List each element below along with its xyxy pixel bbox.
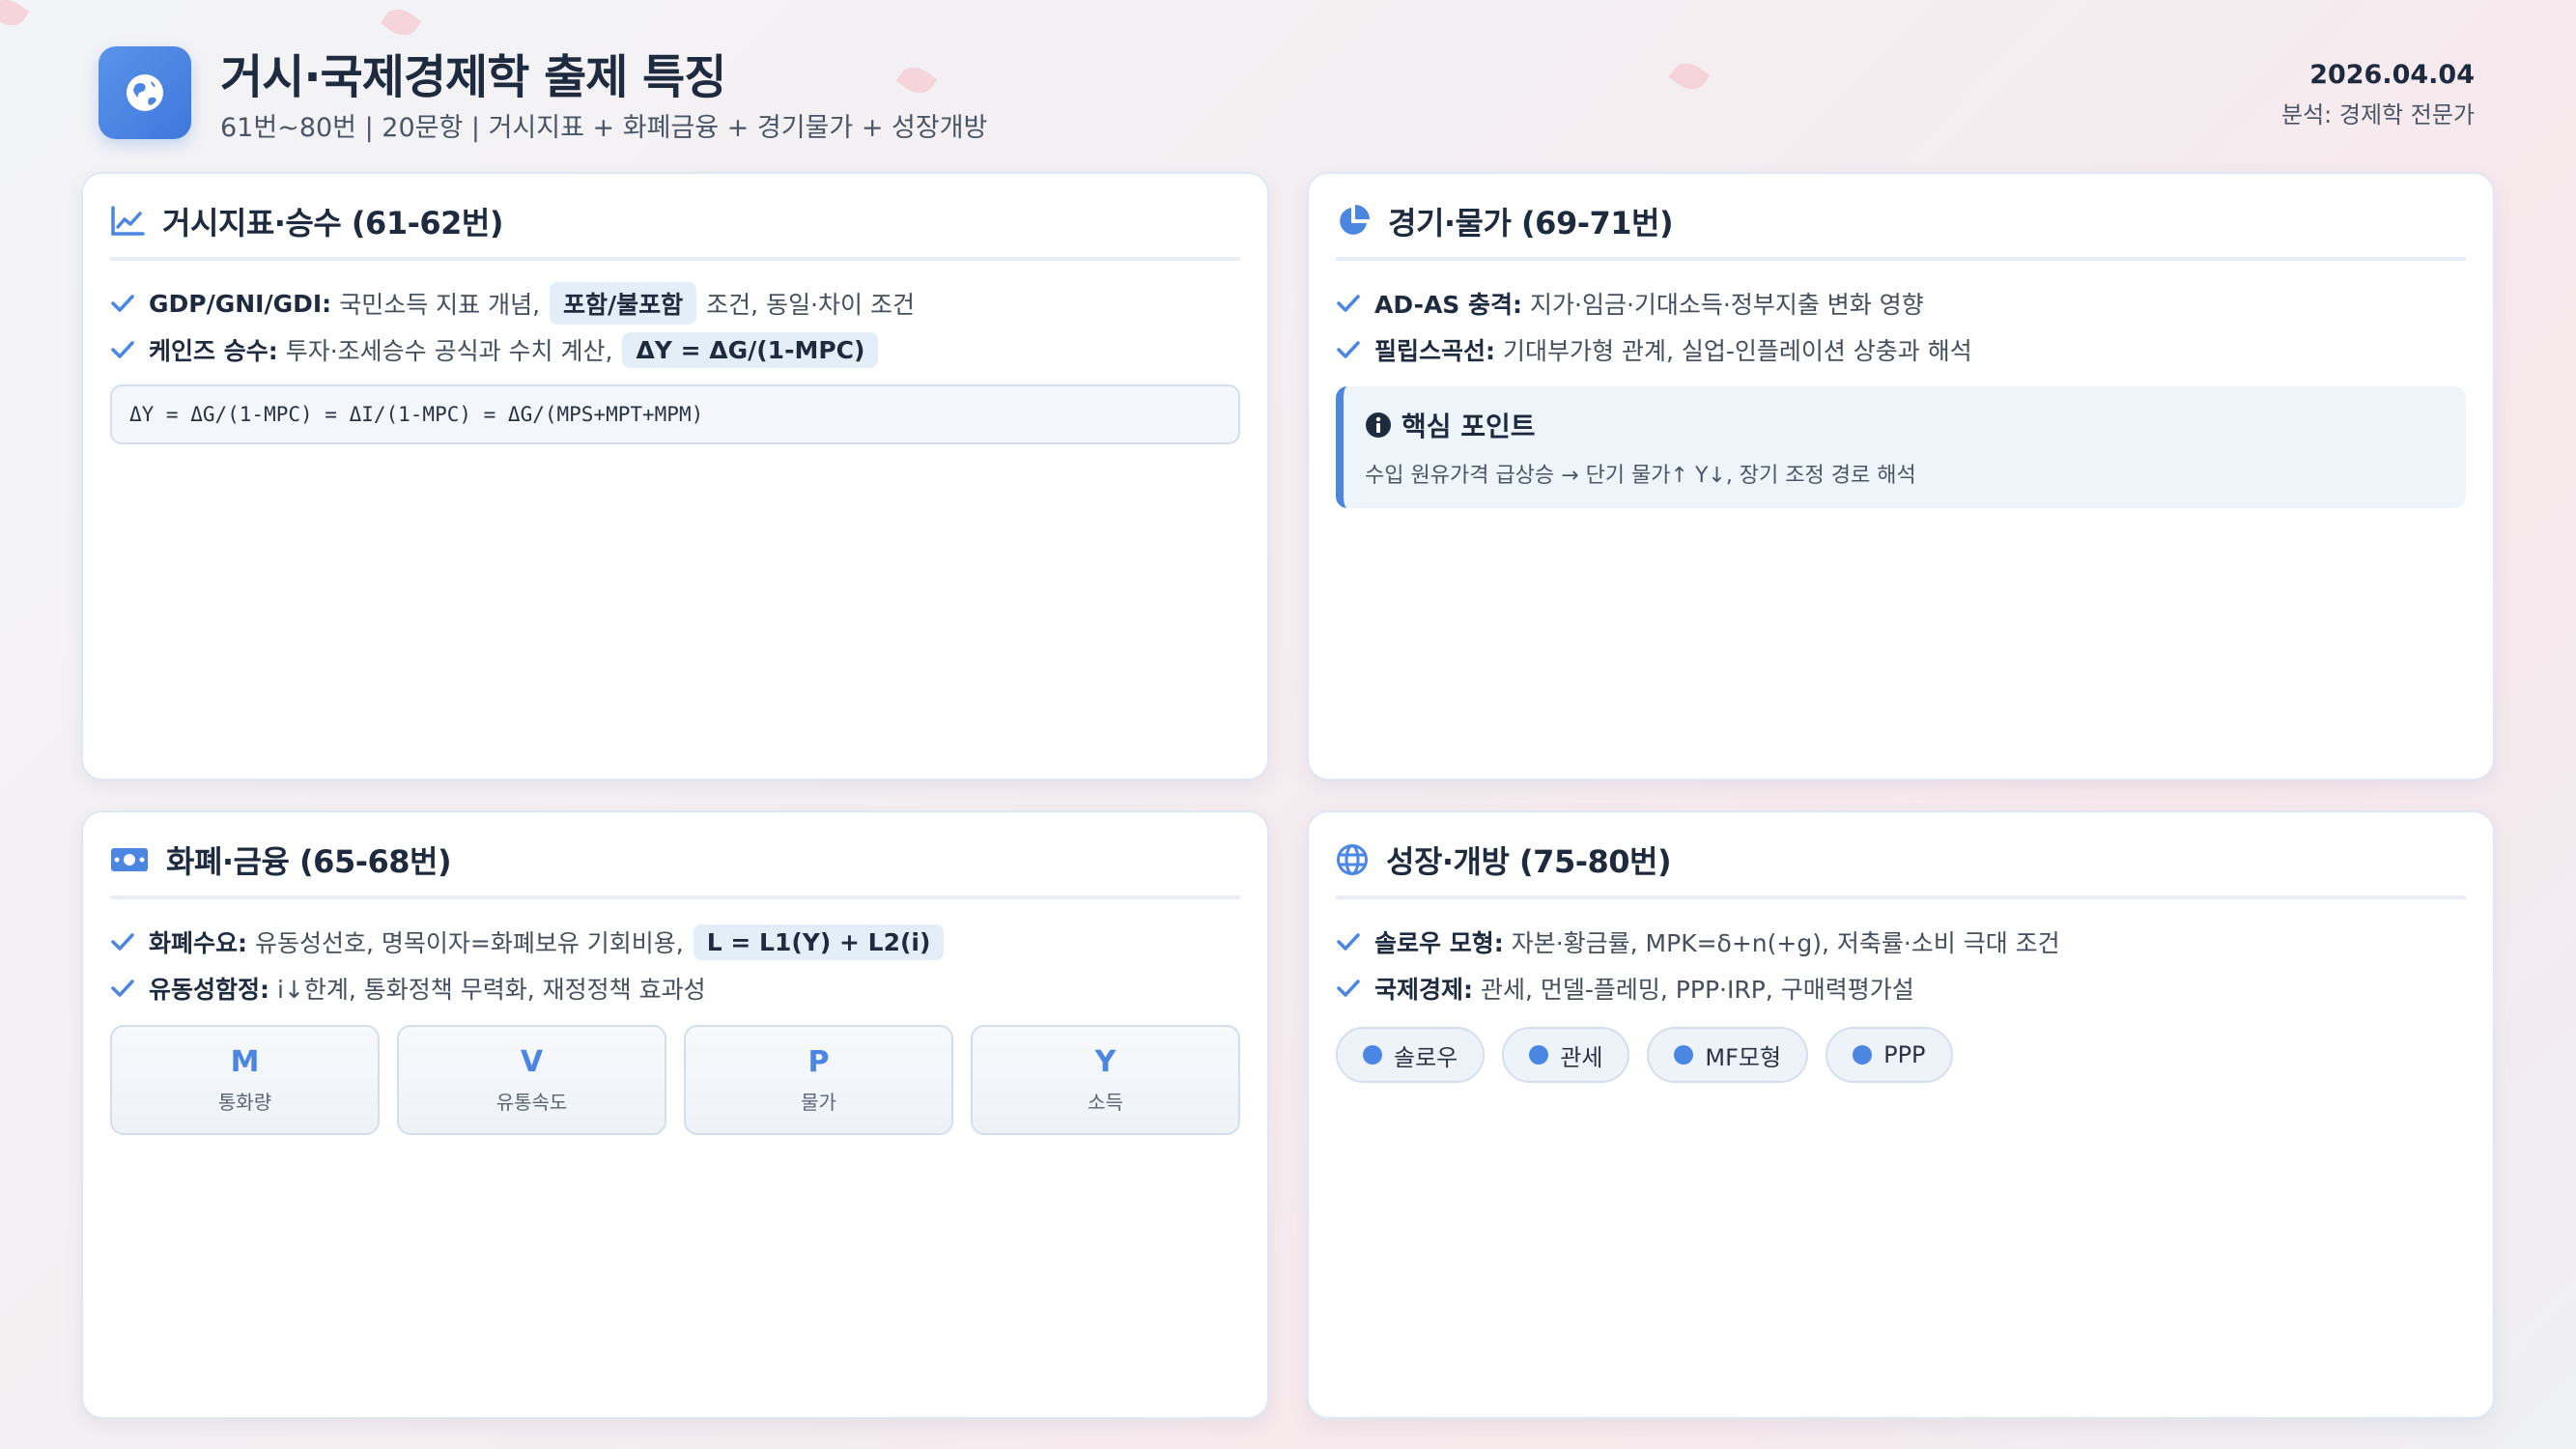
check-icon [1336,979,1374,998]
variable-label: 유통속도 [495,1091,568,1114]
author-label: 분석: 경제학 전문가 [2281,101,2475,128]
key-point-title-text: 핵심 포인트 [1401,411,1536,442]
key-point-box: 핵심 포인트 수입 원유가격 급상승 → 단기 물가↑ Y↓, 장기 조정 경로… [1336,386,2466,508]
item-text: 투자·조세승수 공식과 수치 계산, [285,337,613,365]
item-text: 유동성선호, 명목이자=화폐보유 기회비용, [255,929,684,957]
card-cycle-prices: 경기·물가 (69-71번) AD-AS 충격: 지가·임금·기대소득·정부지출… [1307,172,2495,781]
variable-label: 물가 [801,1091,836,1114]
info-icon [1366,412,1391,438]
variable-label: 소득 [1088,1091,1123,1114]
list-item: 필립스곡선: 기대부가형 관계, 실업-인플레이션 상충과 해석 [1336,327,2466,373]
list-item: 솔로우 모형: 자본·황금률, MPK=δ+n(+g), 저축률·소비 극대 조… [1336,919,2466,965]
check-icon [110,294,149,313]
item-text: i↓한계, 통화정책 무력화, 재정정책 효과성 [277,976,706,1004]
card-money-finance: 화폐·금융 (65-68번) 화폐수요: 유동성선호, 명목이자=화폐보유 기회… [81,810,1269,1419]
variable-symbol: V [520,1045,544,1079]
card-title: 경기·물가 (69-71번) [1388,205,1674,242]
pie-chart-icon [1340,205,1370,235]
list-item: 국제경제: 관세, 먼델-플레밍, PPP·IRP, 구매력평가설 [1336,965,2466,1011]
variable-box-m: M 통화량 [110,1025,380,1135]
petal-decoration [0,0,30,33]
highlight-tag: 포함/불포함 [550,282,697,325]
key-point-body: 수입 원유가격 급상승 → 단기 물가↑ Y↓, 장기 조정 경로 해석 [1365,464,1916,488]
money-icon [111,848,148,871]
topic-pill-tariff: 관세 [1502,1027,1630,1083]
card-header: 거시지표·승수 (61-62번) [110,174,1240,261]
check-icon [1336,932,1374,952]
check-icon [1336,340,1374,359]
pill-label: PPP [1883,1041,1926,1068]
list-item: GDP/GNI/GDI: 국민소득 지표 개념, 포함/불포함 조건, 동일·차… [110,280,1240,327]
list-item: 유동성함정: i↓한계, 통화정책 무력화, 재정정책 효과성 [110,965,1240,1011]
variable-symbol: P [807,1045,830,1079]
check-icon [110,932,149,952]
item-text: 국민소득 지표 개념, [339,291,541,319]
item-label: 화폐수요: [149,929,247,957]
variable-box-p: P 물가 [684,1025,953,1135]
item-label: 솔로우 모형: [1374,929,1504,957]
petal-decoration [380,2,422,43]
card-title: 성장·개방 (75-80번) [1386,843,1672,880]
card-macro-indicators: 거시지표·승수 (61-62번) GDP/GNI/GDI: 국민소득 지표 개념… [81,172,1269,781]
page-subtitle: 61번~80번 | 20문항 | 거시지표 + 화폐금융 + 경기물가 + 성장… [220,113,988,143]
equation-boxes: M 통화량 V 유통속도 P 물가 Y 소득 [110,1025,1240,1135]
dot-icon [1529,1045,1549,1065]
item-label: GDP/GNI/GDI: [149,289,332,318]
item-label: 케인즈 승수: [149,337,278,365]
page-header: 거시·국제경제학 출제 특징 61번~80번 | 20문항 | 거시지표 + 화… [99,39,2475,145]
highlight-tag: ΔY = ΔG/(1-MPC) [622,331,879,368]
dot-icon [1363,1045,1382,1065]
variable-box-v: V 유통속도 [397,1025,666,1135]
card-header: 화폐·금융 (65-68번) [110,812,1240,899]
variable-symbol: M [230,1045,260,1079]
dot-icon [1853,1045,1873,1065]
list-item: 화폐수요: 유동성선호, 명목이자=화폐보유 기회비용, L = L1(Y) +… [110,919,1240,965]
card-header: 성장·개방 (75-80번) [1336,812,2466,899]
highlight-tag: L = L1(Y) + L2(i) [693,923,945,960]
page-title: 거시·국제경제학 출제 특징 [220,50,726,104]
item-text: 기대부가형 관계, 실업-인플레이션 상충과 해석 [1503,337,1972,365]
check-icon [110,979,149,998]
variable-label: 통화량 [217,1091,272,1114]
card-growth-open: 성장·개방 (75-80번) 솔로우 모형: 자본·황금률, MPK=δ+n(+… [1307,810,2495,1419]
variable-symbol: Y [1094,1045,1117,1079]
card-header: 경기·물가 (69-71번) [1336,174,2466,261]
item-text: 자본·황금률, MPK=δ+n(+g), 저축률·소비 극대 조건 [1511,929,2060,957]
topic-pill-ppp: PPP [1826,1027,1953,1083]
list-item: 케인즈 승수: 투자·조세승수 공식과 수치 계산, ΔY = ΔG/(1-MP… [110,327,1240,373]
logo [99,46,191,139]
date-label: 2026.04.04 [2309,60,2475,90]
formula-box: ΔY = ΔG/(1-MPC) = ΔI/(1-MPC) = ΔG/(MPS+M… [110,384,1240,444]
topic-pill-mf-model: MF모형 [1647,1027,1809,1083]
item-text: 조건, 동일·차이 조건 [706,291,915,319]
topic-pill-solow: 솔로우 [1336,1027,1486,1083]
topic-pills: 솔로우 관세 MF모형 PPP [1336,1027,2466,1083]
check-icon [1336,294,1374,313]
globe-icon [1337,844,1368,875]
header-meta: 2026.04.04 분석: 경제학 전문가 [2281,60,2475,129]
list-item: AD-AS 충격: 지가·임금·기대소득·정부지출 변화 영향 [1336,280,2466,327]
variable-box-y: Y 소득 [971,1025,1240,1135]
item-label: AD-AS 충격: [1374,291,1522,319]
pill-label: MF모형 [1705,1043,1782,1071]
key-point-title: 핵심 포인트 [1365,406,2445,444]
pill-label: 관세 [1560,1043,1603,1071]
card-title: 화폐·금융 (65-68번) [166,843,452,880]
globe-icon [127,74,163,111]
item-label: 유동성함정: [149,976,269,1004]
dot-icon [1674,1045,1694,1065]
item-text: 지가·임금·기대소득·정부지출 변화 영향 [1530,291,1924,319]
line-chart-icon [111,206,145,236]
item-text: 관세, 먼델-플레밍, PPP·IRP, 구매력평가설 [1481,976,1914,1004]
card-title: 거시지표·승수 (61-62번) [162,205,503,242]
pill-label: 솔로우 [1394,1043,1458,1071]
item-label: 필립스곡선: [1374,337,1495,365]
item-label: 국제경제: [1374,976,1473,1004]
check-icon [110,340,149,359]
